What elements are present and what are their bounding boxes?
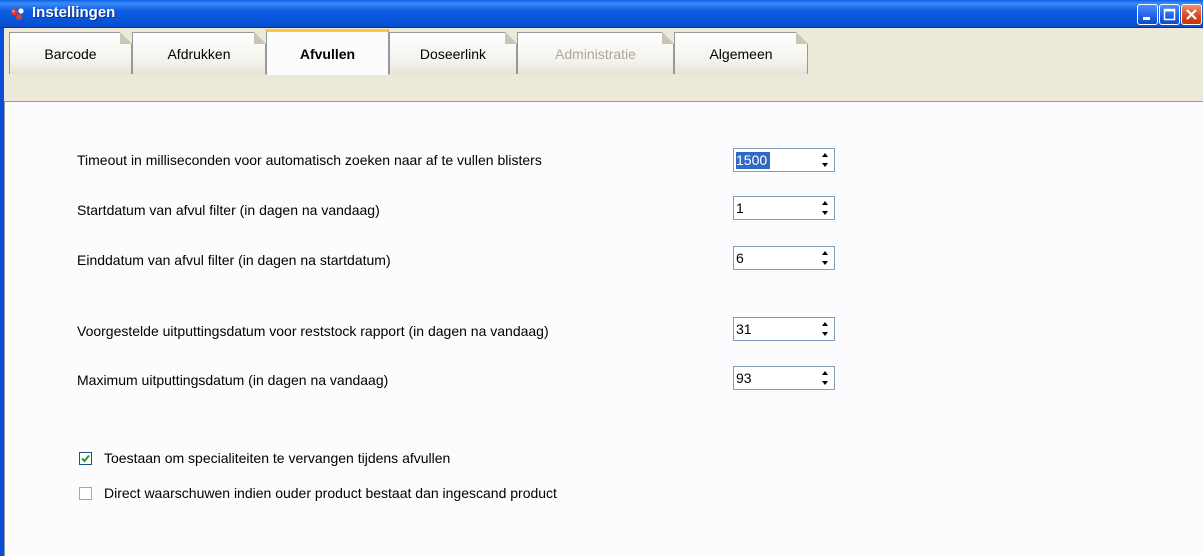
- tab-label: Doseerlink: [419, 45, 487, 62]
- einddatum-spinbox[interactable]: [733, 246, 835, 270]
- voorgestelde-input[interactable]: [735, 319, 812, 339]
- arrow-up-icon: [821, 322, 828, 326]
- window-title: Instellingen: [32, 4, 116, 21]
- startdatum-spinbox[interactable]: [733, 196, 835, 220]
- toestaan-label: Toestaan om specialiteiten te vervangen …: [104, 450, 451, 466]
- spin-up-button[interactable]: [816, 248, 833, 258]
- arrow-up-icon: [821, 153, 828, 157]
- tab-barcode[interactable]: Barcode: [9, 32, 132, 74]
- einddatum-input[interactable]: [735, 248, 812, 268]
- arrow-down-icon: [821, 261, 828, 265]
- maximum-stepper[interactable]: [816, 368, 833, 388]
- timeout-label: Timeout in milliseconden voor automatisc…: [77, 152, 542, 168]
- startdatum-stepper[interactable]: [816, 198, 833, 218]
- toestaan-checkbox[interactable]: [79, 451, 92, 465]
- einddatum-stepper[interactable]: [816, 248, 833, 268]
- tab-corner: [505, 32, 517, 44]
- timeout-spinbox[interactable]: [733, 148, 835, 172]
- minimize-button[interactable]: [1137, 4, 1158, 25]
- arrow-down-icon: [821, 163, 828, 167]
- maximum-label: Maximum uitputtingsdatum (in dagen na va…: [77, 372, 389, 388]
- maximum-spinbox[interactable]: [733, 366, 835, 390]
- direct-label: Direct waarschuwen indien ouder product …: [104, 485, 557, 501]
- timeout-stepper[interactable]: [816, 150, 833, 170]
- voorgestelde-spinbox[interactable]: [733, 317, 835, 341]
- tab-panel-afvullen: Timeout in milliseconden voor automatisc…: [4, 102, 1203, 556]
- tab-administratie: Administratie: [517, 32, 674, 74]
- close-icon: [1186, 9, 1197, 20]
- einddatum-label: Einddatum van afvul filter (in dagen na …: [77, 252, 391, 268]
- spin-up-button[interactable]: [816, 319, 833, 329]
- tab-label: Afdrukken: [167, 45, 231, 62]
- tab-corner: [120, 32, 132, 44]
- tab-doseerlink[interactable]: Doseerlink: [389, 32, 517, 74]
- spin-up-button[interactable]: [816, 150, 833, 160]
- arrow-up-icon: [821, 201, 828, 205]
- minimize-icon: [1143, 17, 1150, 20]
- timeout-input[interactable]: [735, 150, 812, 170]
- close-button[interactable]: [1181, 4, 1202, 25]
- arrow-up-icon: [821, 371, 828, 375]
- spin-up-button[interactable]: [816, 198, 833, 208]
- tab-algemeen[interactable]: Algemeen: [674, 32, 808, 74]
- voorgestelde-label: Voorgestelde uitputtingsdatum voor rests…: [77, 323, 549, 339]
- tab-corner: [254, 32, 266, 44]
- tab-corner: [796, 32, 808, 44]
- tab-label: Administratie: [555, 45, 636, 62]
- startdatum-label: Startdatum van afvul filter (in dagen na…: [77, 202, 380, 218]
- tab-baseline: [4, 101, 1203, 102]
- spin-down-button[interactable]: [816, 160, 833, 170]
- spin-up-button[interactable]: [816, 368, 833, 378]
- maximum-input[interactable]: [735, 368, 812, 388]
- toestaan-checkbox-row[interactable]: Toestaan om specialiteiten te vervangen …: [79, 450, 450, 466]
- maximize-icon: [1163, 8, 1176, 21]
- app-logo-icon: [10, 7, 26, 21]
- arrow-down-icon: [821, 332, 828, 336]
- spin-down-button[interactable]: [816, 378, 833, 388]
- voorgestelde-stepper[interactable]: [816, 319, 833, 339]
- title-bar[interactable]: Instellingen: [0, 0, 1203, 28]
- spin-down-button[interactable]: [816, 208, 833, 218]
- tab-afvullen[interactable]: Afvullen: [266, 29, 389, 75]
- tab-corner: [662, 32, 674, 44]
- maximize-button[interactable]: [1159, 4, 1180, 25]
- tab-label: Barcode: [44, 45, 97, 62]
- checkmark-icon: [81, 454, 90, 462]
- arrow-up-icon: [821, 251, 828, 255]
- tab-afdrukken[interactable]: Afdrukken: [132, 32, 266, 74]
- direct-checkbox[interactable]: [79, 486, 92, 500]
- arrow-down-icon: [821, 381, 828, 385]
- direct-checkbox-row[interactable]: Direct waarschuwen indien ouder product …: [79, 485, 557, 501]
- spin-down-button[interactable]: [816, 329, 833, 339]
- tab-label: Algemeen: [709, 45, 773, 62]
- startdatum-input[interactable]: [735, 198, 812, 218]
- spin-down-button[interactable]: [816, 258, 833, 268]
- tab-label: Afvullen: [299, 45, 356, 62]
- arrow-down-icon: [821, 211, 828, 215]
